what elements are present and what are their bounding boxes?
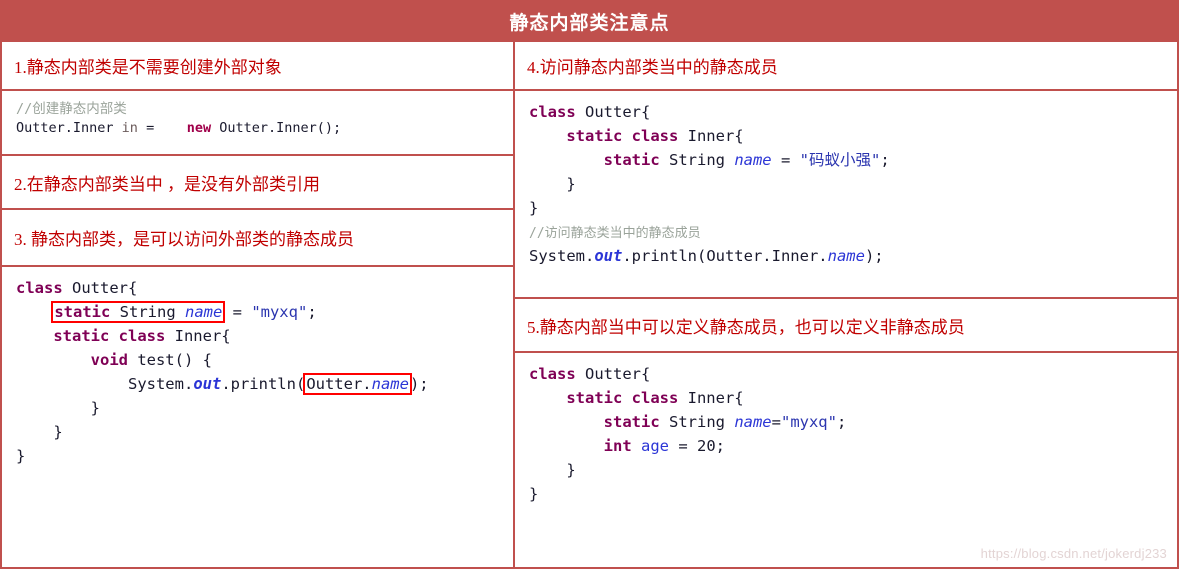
code-brace: } (529, 199, 539, 218)
code-keyword: static class (53, 327, 166, 346)
code-keyword: static (54, 303, 111, 322)
code-token: Outter{ (575, 365, 651, 383)
code-token: Inner{ (678, 389, 744, 408)
code-keyword: class (16, 279, 63, 297)
code-brace: } (566, 175, 576, 194)
section-5-code-block: class Outter{ static class Inner{ static… (515, 353, 1177, 567)
code-number: 20 (696, 437, 716, 456)
section-4-code-block: class Outter{ static class Inner{ static… (515, 91, 1177, 299)
code-keyword: int (603, 437, 632, 456)
code-variable: name (734, 413, 772, 432)
code-token: = (223, 303, 252, 322)
code-token: .println( (221, 375, 306, 394)
code-string: "myxq" (251, 303, 308, 322)
section-2-heading: 2.在静态内部类当中 ，是没有外部类引用 (2, 156, 513, 210)
code-token: = (668, 437, 697, 456)
code-field-out: out (594, 247, 623, 266)
code-token: System. (127, 375, 194, 394)
code-keyword: void (90, 351, 128, 370)
code-brace: } (529, 485, 539, 504)
code-brace: } (566, 461, 576, 480)
code-variable: name (184, 303, 223, 322)
code-token: Outter{ (575, 103, 651, 121)
section-4-heading: 4.访问静态内部类当中的静态成员 (515, 42, 1177, 91)
two-column-body: 1.静态内部类是不需要创建外部对象 //创建静态内部类 Outter.Inner… (2, 42, 1177, 567)
section-1-code-block: //创建静态内部类 Outter.Inner in = new Outter.I… (2, 91, 513, 156)
code-brace: } (53, 423, 63, 442)
highlight-box-static-field: static String name (51, 301, 226, 324)
code-token: String (110, 303, 185, 322)
code-token: ; (880, 151, 890, 170)
code-keyword: static class (566, 389, 679, 408)
code-token: String (659, 151, 735, 170)
code-token: String (659, 413, 735, 432)
code-variable: age (631, 437, 669, 456)
code-token: System. (529, 247, 595, 266)
code-field-out: out (193, 375, 222, 394)
code-variable: name (371, 375, 409, 394)
code-token: Inner{ (165, 327, 231, 346)
code-token: Inner{ (678, 127, 744, 146)
code-token: = (771, 413, 781, 432)
code-keyword: static class (566, 127, 679, 146)
code-string: "码蚁小强" (799, 151, 881, 170)
code-token: Outter.Inner(); (211, 120, 342, 137)
code-string: "myxq" (780, 413, 837, 432)
section-3-heading: 3. 静态内部类，是可以访问外部类的静态成员 (2, 210, 513, 267)
slide-frame: 静态内部类注意点 1.静态内部类是不需要创建外部对象 //创建静态内部类 Out… (0, 0, 1179, 569)
code-comment: //访问静态类当中的静态成员 (529, 226, 701, 242)
code-token: ; (307, 303, 317, 322)
code-brace: } (90, 399, 100, 418)
right-column: 4.访问静态内部类当中的静态成员 class Outter{ static cl… (515, 42, 1177, 567)
code-token: Outter{ (62, 279, 138, 297)
code-token: Outter. (306, 375, 372, 394)
code-variable: name (734, 151, 772, 170)
code-keyword: static (603, 413, 660, 432)
highlight-box-outter-name: Outter.name (303, 373, 412, 396)
code-token: = (771, 151, 800, 170)
page-title: 静态内部类注意点 (2, 2, 1177, 42)
left-column: 1.静态内部类是不需要创建外部对象 //创建静态内部类 Outter.Inner… (2, 42, 515, 567)
section-5-heading: 5.静态内部当中可以定义静态成员，也可以定义非静态成员 (515, 299, 1177, 353)
section-1-heading: 1.静态内部类是不需要创建外部对象 (2, 42, 513, 91)
code-brace: } (16, 447, 26, 466)
code-keyword: static (603, 151, 660, 170)
section-3-code-block: class Outter{ static String name = "myxq… (2, 267, 513, 567)
code-token: ; (836, 413, 847, 432)
code-variable: name (827, 247, 865, 266)
code-keyword-new: new (186, 120, 212, 137)
code-keyword: class (529, 365, 576, 383)
code-token: test() { (127, 351, 212, 370)
code-token: = (146, 120, 163, 137)
code-token: ; (715, 437, 725, 456)
code-comment: //创建静态内部类 (16, 101, 127, 117)
code-token: .println(Outter.Inner. (622, 247, 828, 266)
code-token: ); (864, 247, 884, 266)
code-token: in (113, 120, 147, 137)
code-keyword: class (529, 103, 576, 121)
code-token: Outter.Inner (16, 120, 114, 137)
code-token: ); (409, 375, 429, 394)
